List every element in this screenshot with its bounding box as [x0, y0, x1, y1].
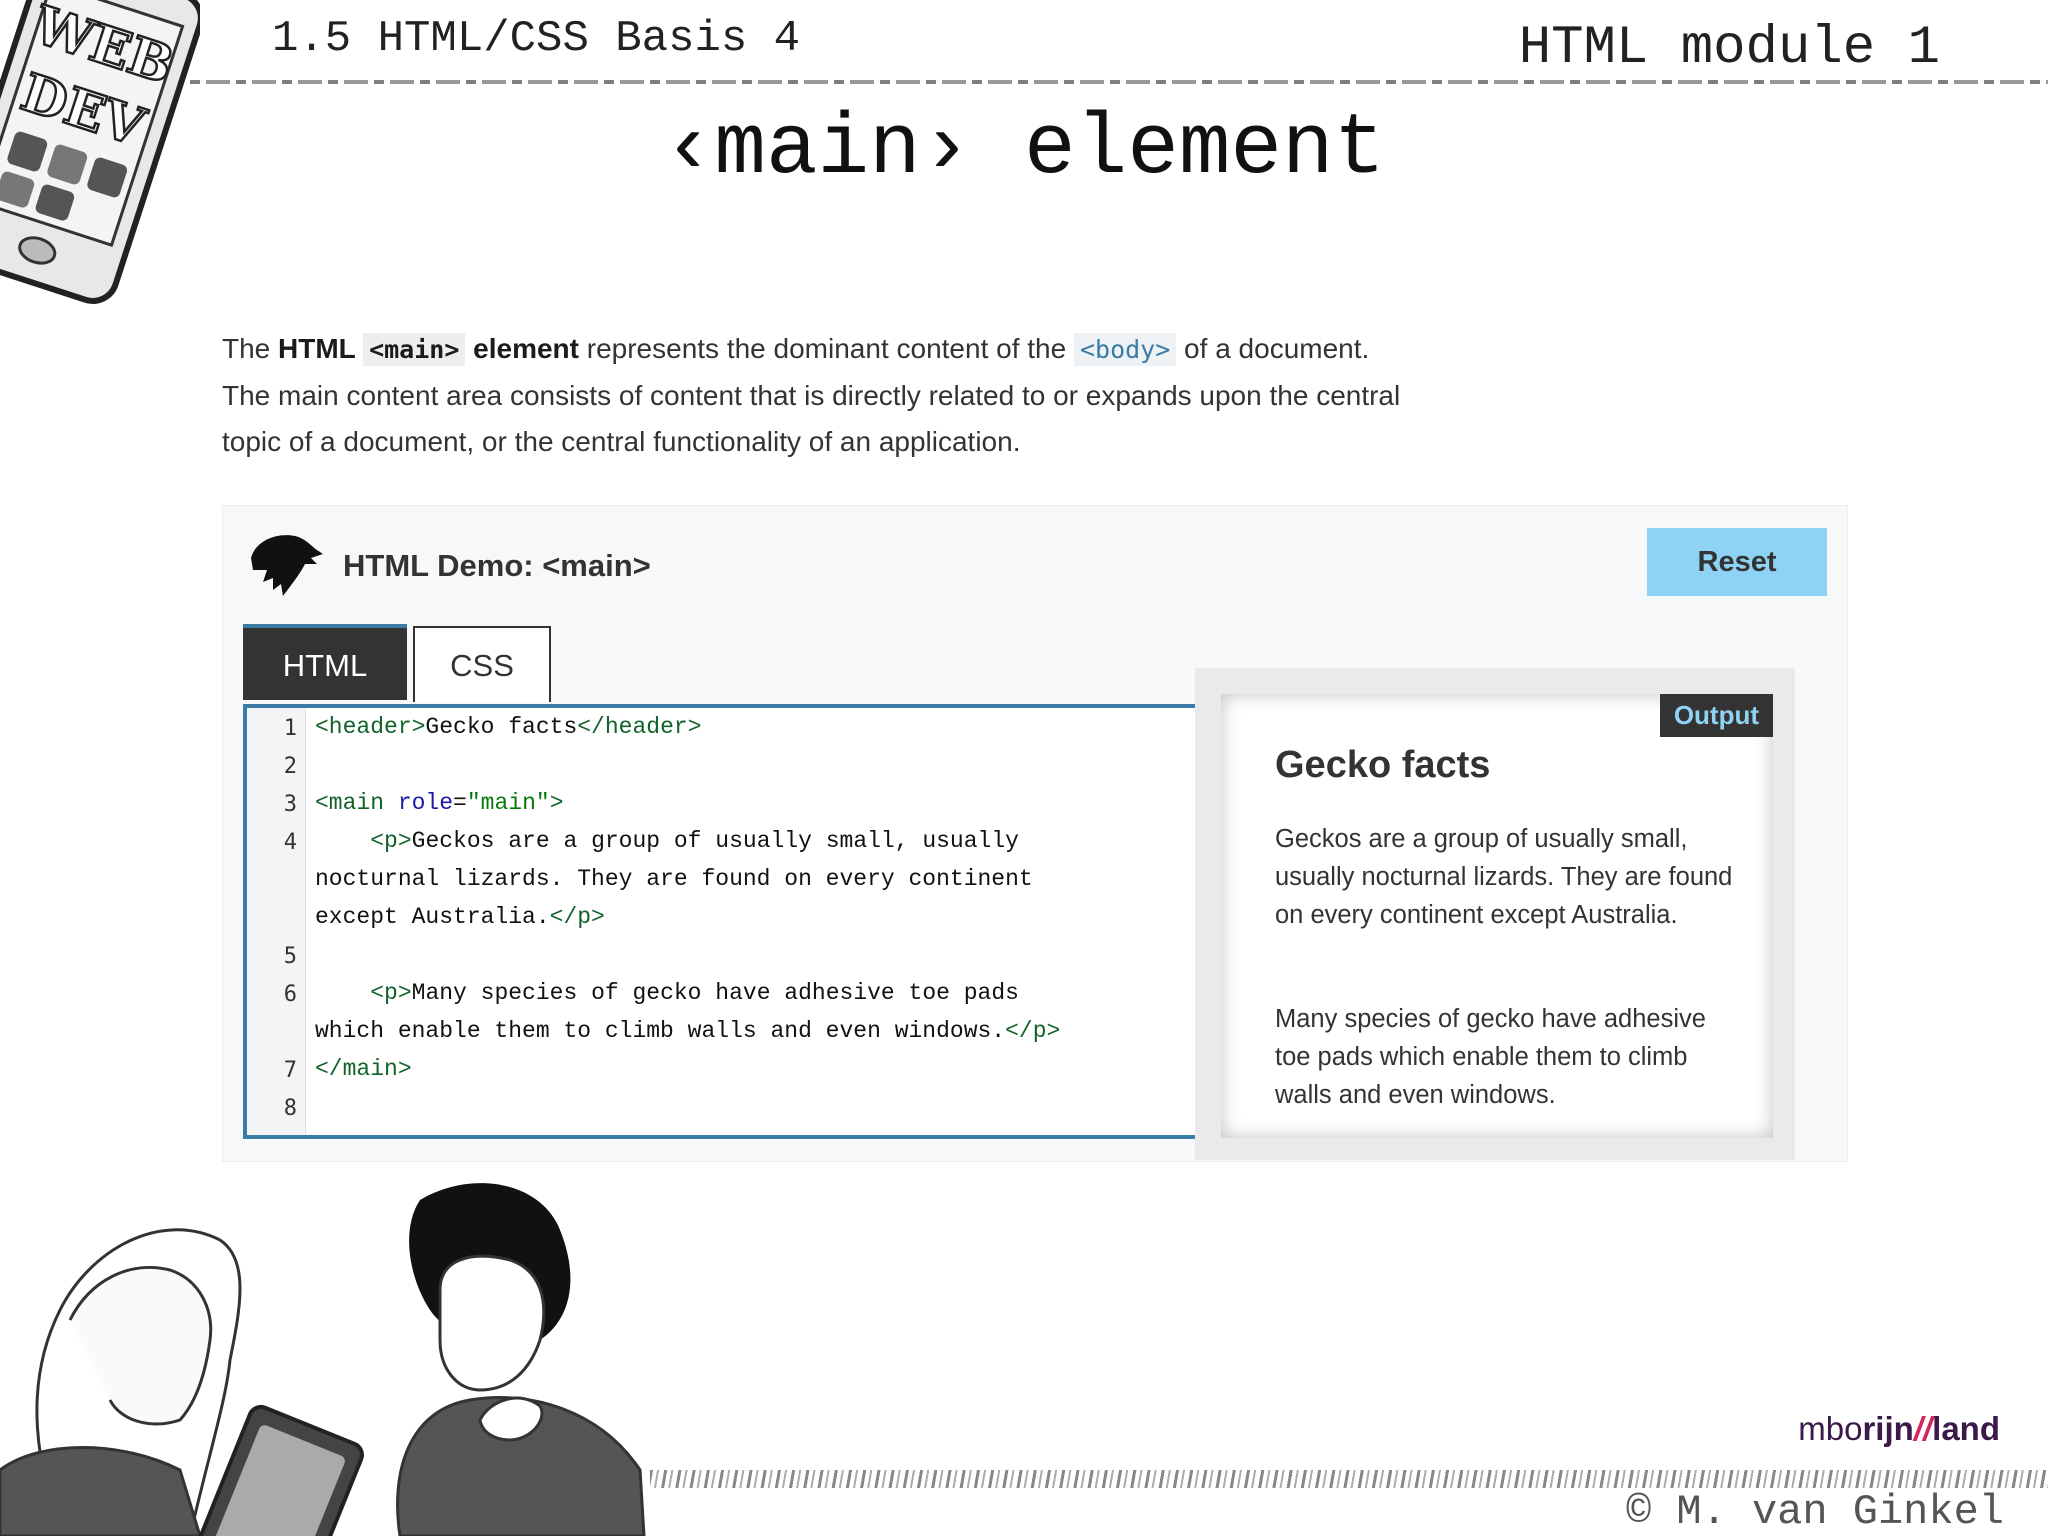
ground-scribble — [650, 1470, 2048, 1488]
code-tag: <p> — [370, 828, 412, 854]
code-text: = — [453, 790, 467, 816]
intro-line-2: The main content area consists of conten… — [222, 380, 1401, 411]
code-text: Geckos are a group of usually small, usu… — [411, 828, 1019, 854]
line-number: 2 — [283, 754, 297, 779]
brand-part: rijn — [1862, 1410, 1914, 1447]
output-heading: Gecko facts — [1275, 744, 1491, 786]
code-tag: </p> — [549, 904, 605, 930]
output-panel: Output Gecko facts Geckos are a group of… — [1195, 668, 1795, 1160]
code-tag: <p> — [370, 980, 412, 1006]
intro-text: of a document. — [1176, 333, 1370, 364]
intro-text: represents the dominant content of the — [578, 333, 1074, 364]
output-frame: Output Gecko facts Geckos are a group of… — [1221, 694, 1773, 1138]
code-tag: <header> — [315, 714, 426, 740]
code-text: Many species of gecko have adhesive toe … — [411, 980, 1019, 1006]
intro-paragraph: The HTML <main> element represents the d… — [222, 326, 1462, 465]
line-number: 8 — [283, 1096, 297, 1121]
output-label: Output — [1659, 694, 1773, 737]
code-line-1: <header>Gecko facts</header> — [315, 708, 1205, 746]
line-number: 7 — [283, 1058, 297, 1083]
intro-element-strong: element — [465, 333, 579, 364]
code-line-6: <p>Many species of gecko have adhesive t… — [315, 974, 1205, 1012]
code-tag: <main — [315, 790, 398, 816]
intro-text: The — [222, 333, 279, 364]
line-number: 4 — [283, 830, 297, 855]
code-text: Gecko facts — [425, 714, 578, 740]
code-line-4-wrap-1: nocturnal lizards. They are found on eve… — [315, 866, 1033, 892]
code-text: except Australia. — [315, 904, 550, 930]
intro-html-strong: HTML — [278, 333, 364, 364]
intro-line-3: topic of a document, or the central func… — [222, 426, 1021, 457]
tab-css[interactable]: CSS — [413, 626, 551, 702]
line-number-gutter: 1 2 3 4 5 6 7 8 — [247, 708, 306, 1135]
code-attr: role — [397, 790, 454, 816]
module-label: HTML module 1 — [1518, 18, 1940, 79]
brand-slashes: // — [1913, 1410, 1933, 1447]
people-illustration — [0, 1183, 646, 1536]
intro-main-code: <main> — [363, 333, 466, 366]
brand-logo: mborijn//land — [1798, 1410, 2000, 1448]
code-value: "main" — [466, 790, 550, 816]
header-divider — [190, 80, 2048, 84]
code-line-3: <main role="main"> — [315, 784, 1205, 822]
code-tag: </header> — [577, 714, 702, 740]
intro-body-link[interactable]: <body> — [1073, 333, 1177, 366]
line-number: 5 — [283, 944, 297, 969]
code-tag: </p> — [1005, 1018, 1061, 1044]
code-tag: > — [549, 790, 564, 816]
code-editor[interactable]: 1 2 3 4 5 6 7 8 <header>Gecko facts</hea… — [243, 704, 1219, 1139]
line-number: 1 — [283, 716, 297, 741]
copyright: © M. van Ginkel — [1625, 1488, 2004, 1536]
line-number: 6 — [283, 982, 297, 1007]
output-paragraph-2: Many species of gecko have adhesive toe … — [1275, 1005, 1706, 1109]
code-line-6-wrap: which enable them to climb walls and eve… — [315, 1012, 1205, 1050]
code-line-7: </main> — [315, 1050, 1205, 1088]
slide-title: ‹main› element — [662, 100, 1386, 198]
reset-button[interactable]: Reset — [1647, 528, 1827, 596]
demo-title: HTML Demo: <main> — [343, 548, 651, 583]
output-paragraph-1: Geckos are a group of usually small, usu… — [1275, 825, 1733, 929]
code-line-4-wrap-2: except Australia.</p> — [315, 898, 1205, 936]
course-label: 1.5 HTML/CSS Basis 4 — [272, 14, 801, 64]
webdev-phone-illustration: WEB DEV — [0, 0, 200, 304]
code-text: which enable them to climb walls and eve… — [315, 1018, 1006, 1044]
brand-part: mbo — [1798, 1410, 1863, 1447]
tab-html[interactable]: HTML — [243, 624, 407, 700]
brand-part: land — [1932, 1410, 2000, 1447]
code-line-4: <p>Geckos are a group of usually small, … — [315, 822, 1205, 860]
dino-logo-icon — [251, 535, 323, 596]
interactive-demo-panel: HTML Demo: <main> Reset HTML CSS 1 2 3 4… — [222, 505, 1848, 1162]
line-number: 3 — [283, 792, 297, 817]
code-tag: </main> — [315, 1056, 412, 1082]
